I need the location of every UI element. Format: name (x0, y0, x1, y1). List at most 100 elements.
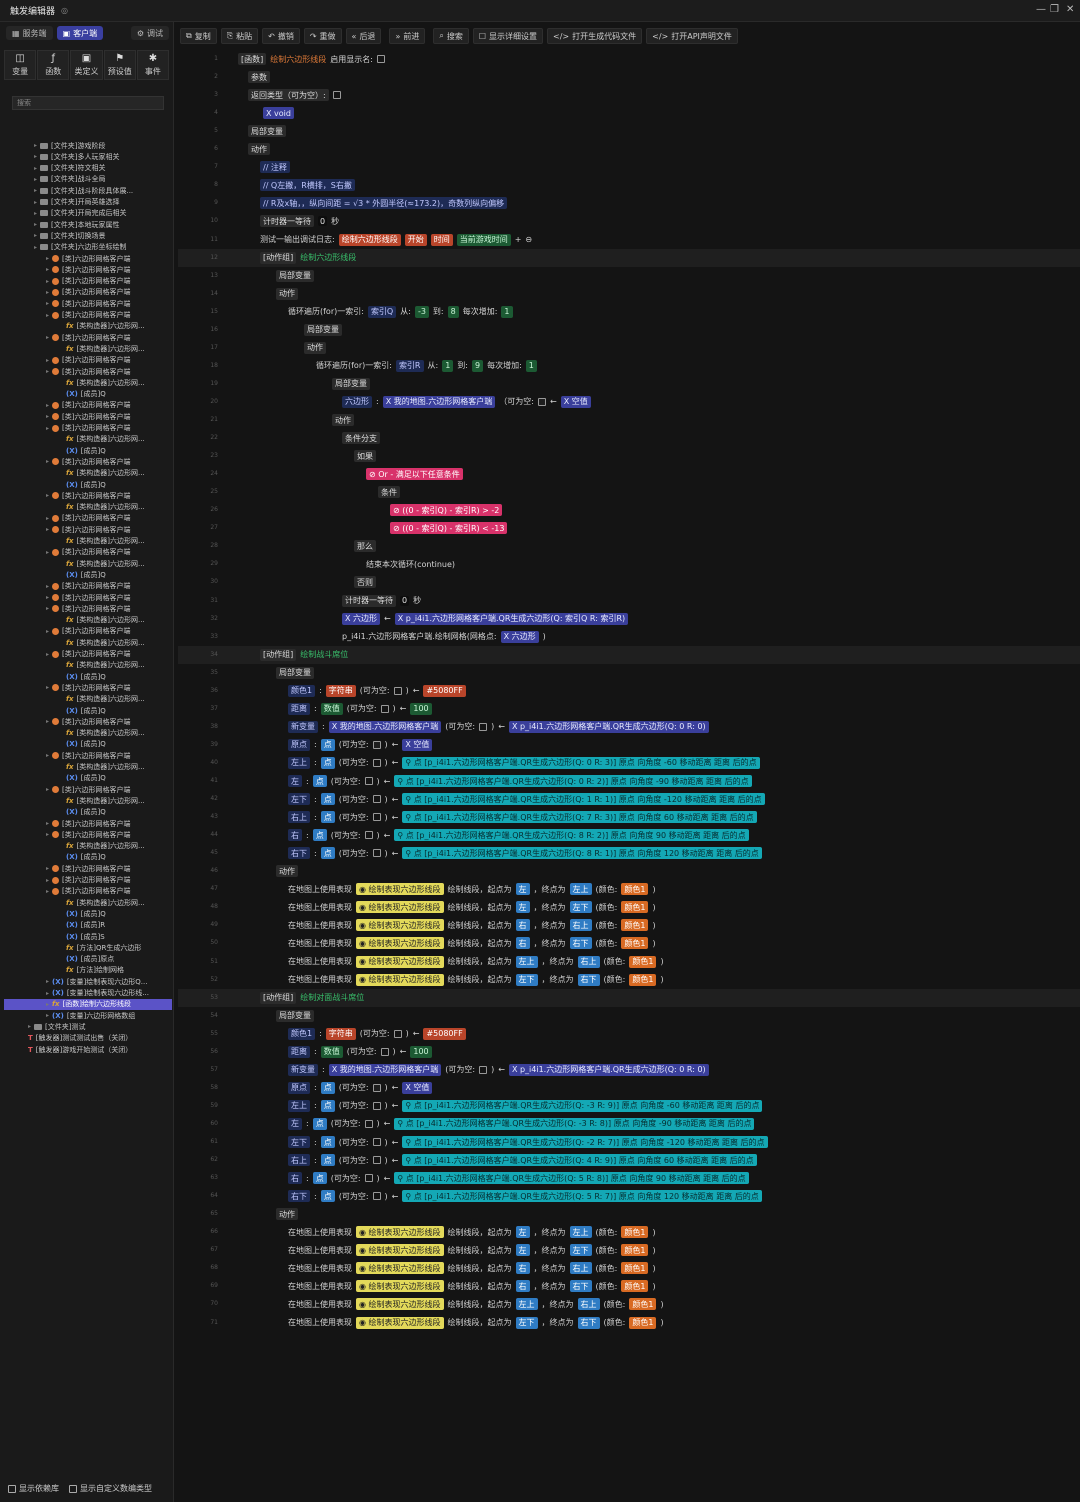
chevron-right-icon[interactable]: ▸ (46, 628, 49, 635)
code-line[interactable]: 在地图上使用表现 ◉ 绘制表现六边形线段 绘制线段，起点为左，终点为 左下 (颜色: 颜色… (288, 900, 656, 914)
show-deps-checkbox[interactable]: 显示依赖库 (8, 1483, 59, 1494)
tree-item[interactable]: fx [类构造器]六边形网... (0, 321, 168, 332)
code-line[interactable]: 循环遍历(for)一索引: 索引R 从: 1 到: 9 每次增加: 1 (316, 359, 537, 373)
code-line[interactable]: 条件 (378, 485, 400, 499)
toolbar-button[interactable]: ↷ 重做 (303, 28, 342, 44)
code-line[interactable]: 右上: 点 (可为空:) ← ⚲ 点 [p_i4i1.六边形网格客户端.QR生成六边形(… (288, 810, 757, 824)
tree-item[interactable]: T [触发器]游戏开始测试（关闭） (0, 1044, 168, 1055)
code-line[interactable]: 左: 点 (可为空:) ← ⚲ 点 [p_i4i1.六边形网格客户端.QR生成六边形(Q… (288, 1117, 755, 1131)
tool-class[interactable]: ▣ 类定义 (70, 50, 103, 80)
tree-item[interactable]: fx [类构造器]六边形网... (0, 343, 168, 354)
code-line[interactable]: 在地图上使用表现 ◉ 绘制表现六边形线段 绘制线段，起点为左，终点为 左上 (颜色: 颜色… (288, 882, 656, 896)
code-line[interactable]: 在地图上使用表现 ◉ 绘制表现六边形线段 绘制线段，起点为右，终点为 右上 (颜色: 颜色… (288, 918, 656, 932)
tree-item[interactable]: ▸ [类]六边形网格客户端 (0, 829, 168, 840)
code-line[interactable]: 那么 (354, 539, 376, 553)
tree-item[interactable]: fx [方法]QR生成六边形 (0, 942, 168, 953)
tab-debug[interactable]: ⚙ 调试 (130, 26, 169, 40)
chevron-right-icon[interactable]: ▸ (34, 165, 37, 172)
tree-item[interactable]: ▸ [类]六边形网格客户端 (0, 400, 168, 411)
code-line[interactable]: 局部变量 (332, 377, 370, 391)
tree-item[interactable]: ▸ [文件夹]多人玩家相关 (0, 151, 168, 162)
tree-item[interactable]: ▸ (X) [变量]六边形网格数组 (0, 1010, 168, 1021)
code-line[interactable]: // R及x轴，，纵向间距 = √3 * 外圆半径(≈173.2)，奇数列纵向偏… (260, 196, 508, 210)
tree-item[interactable]: ▸ [文件夹]战斗阶段具体展... (0, 185, 168, 196)
code-line[interactable]: 条件分支 (342, 431, 380, 445)
code-line[interactable]: 新变量: X 我的地图.六边形网格客户端 (可为空:) ← X p_i4i1.六边形网格… (288, 1063, 709, 1077)
tree-item[interactable]: ▸ [文件夹]开局完成后相关 (0, 208, 168, 219)
tree-item[interactable]: ▸ [类]六边形网格客户端 (0, 784, 168, 795)
chevron-right-icon[interactable]: ▸ (46, 978, 49, 985)
tree-item[interactable]: ▸ [文件夹]本地玩家属性 (0, 219, 168, 230)
chevron-right-icon[interactable]: ▸ (46, 786, 49, 793)
tree-item[interactable]: ▸ [类]六边形网格客户端 (0, 490, 168, 501)
tree-item[interactable]: fx [类构造器]六边形网... (0, 536, 168, 547)
code-line[interactable]: 左下: 点 (可为空:) ← ⚲ 点 [p_i4i1.六边形网格客户端.QR生成六边形(… (288, 792, 765, 806)
chevron-right-icon[interactable]: ▸ (46, 888, 49, 895)
tree-item[interactable]: (X) [成员]S (0, 931, 168, 942)
chevron-right-icon[interactable]: ▸ (46, 492, 49, 499)
code-line[interactable]: 动作 (276, 864, 298, 878)
code-line[interactable]: 局部变量 (276, 666, 314, 680)
minimize-icon[interactable]: — (1036, 4, 1046, 15)
tree-item[interactable]: ▸ fx [函数]绘制六边形线段 (4, 998, 172, 1010)
chevron-right-icon[interactable]: ▸ (34, 221, 37, 228)
tree-item[interactable]: ▸ [类]六边形网格客户端 (0, 863, 168, 874)
tree-item[interactable]: ▸ [类]六边形网格客户端 (0, 818, 168, 829)
chevron-right-icon[interactable]: ▸ (46, 684, 49, 691)
code-line[interactable]: 在地图上使用表现 ◉ 绘制表现六边形线段 绘制线段，起点为右，终点为 右下 (颜色: 颜色… (288, 1279, 656, 1293)
tree-item[interactable]: ▸ (X) [变量]绘制表现六边形线... (0, 988, 168, 999)
code-line[interactable]: 局部变量 (276, 269, 314, 283)
tool-event[interactable]: ✱ 事件 (136, 50, 170, 80)
tree-item[interactable]: (X) [成员]Q (0, 569, 168, 580)
chevron-right-icon[interactable]: ▸ (46, 865, 49, 872)
chevron-right-icon[interactable]: ▸ (46, 266, 49, 273)
tree-item[interactable]: ▸ (X) [变量]绘制表现六边形Q... (0, 976, 168, 987)
chevron-right-icon[interactable]: ▸ (46, 583, 49, 590)
tree-item[interactable]: (X) [成员]Q (0, 807, 168, 818)
tree-item[interactable]: T [触发器]测试测试出售（关闭） (0, 1033, 168, 1044)
tree-item[interactable]: fx [类构造器]六边形网... (0, 377, 168, 388)
tree-item[interactable]: fx [类构造器]六边形网... (0, 795, 168, 806)
code-line[interactable]: 新变量: X 我的地图.六边形网格客户端 (可为空:) ← X p_i4i1.六边形网格… (288, 720, 709, 734)
tree-item[interactable]: fx [类构造器]六边形网... (0, 615, 168, 626)
tree-item[interactable]: ▸ [类]六边形网格客户端 (0, 581, 168, 592)
chevron-right-icon[interactable]: ▸ (46, 413, 49, 420)
tree-item[interactable]: ▸ [类]六边形网格客户端 (0, 649, 168, 660)
chevron-right-icon[interactable]: ▸ (46, 334, 49, 341)
toolbar-button[interactable]: » 前进 (389, 28, 426, 44)
tree-item[interactable]: fx [类构造器]六边形网... (0, 502, 168, 513)
chevron-right-icon[interactable]: ▸ (46, 831, 49, 838)
code-line[interactable]: 否则 (354, 575, 376, 589)
chevron-right-icon[interactable]: ▸ (46, 368, 49, 375)
code-line[interactable]: 计时器一等待 0 秒 (342, 594, 421, 608)
tree-item[interactable]: ▸ [文件夹]开局英雄选择 (0, 197, 168, 208)
chevron-right-icon[interactable]: ▸ (46, 255, 49, 262)
settings-icon[interactable]: ◎ (61, 6, 68, 15)
code-line[interactable]: 返回类型（可为空）: (248, 88, 341, 102)
tree-item[interactable]: ▸ [文件夹]六边形坐标绘制 (0, 242, 168, 253)
code-line[interactable]: 在地图上使用表现 ◉ 绘制表现六边形线段 绘制线段，起点为左，终点为 左下 (颜色: 颜色… (288, 1243, 656, 1257)
tree-item[interactable]: ▸ [类]六边形网格客户端 (0, 592, 168, 603)
tree-item[interactable]: fx [类构造器]六边形网... (0, 660, 168, 671)
code-line[interactable]: 左上: 点 (可为空:) ← ⚲ 点 [p_i4i1.六边形网格客户端.QR生成六边形(… (288, 756, 760, 770)
chevron-right-icon[interactable]: ▸ (46, 526, 49, 533)
tree-item[interactable]: (X) [成员]Q (0, 739, 168, 750)
code-line[interactable]: ⊘ Or - 满足以下任意条件 (366, 467, 463, 481)
chevron-right-icon[interactable]: ▸ (46, 515, 49, 522)
tab-client[interactable]: ▣ 客户端 (56, 26, 104, 40)
tree-item[interactable]: ▸ [文件夹]测试 (0, 1021, 168, 1032)
tree-item[interactable]: fx [类构造器]六边形网... (0, 728, 168, 739)
tree-item[interactable]: (X) [成员]Q (0, 705, 168, 716)
tree-item[interactable]: ▸ [文件夹]切换场景 (0, 230, 168, 241)
code-line[interactable]: 测试一输出调试日志: 绘制六边形线段 开始 时间 当前游戏时间 + ⊖ (260, 233, 532, 247)
chevron-right-icon[interactable]: ▸ (46, 425, 49, 432)
tree-item[interactable]: ▸ [文件夹]符文相关 (0, 163, 168, 174)
chevron-right-icon[interactable]: ▸ (46, 1012, 49, 1019)
tree-item[interactable]: fx [类构造器]六边形网... (0, 468, 168, 479)
chevron-right-icon[interactable]: ▸ (46, 752, 49, 759)
tree-item[interactable]: ▸ [类]六边形网格客户端 (0, 603, 168, 614)
chevron-right-icon[interactable]: ▸ (34, 232, 37, 239)
chevron-right-icon[interactable]: ▸ (34, 142, 37, 149)
search-input[interactable]: 搜索 (12, 96, 164, 110)
chevron-right-icon[interactable]: ▸ (46, 605, 49, 612)
